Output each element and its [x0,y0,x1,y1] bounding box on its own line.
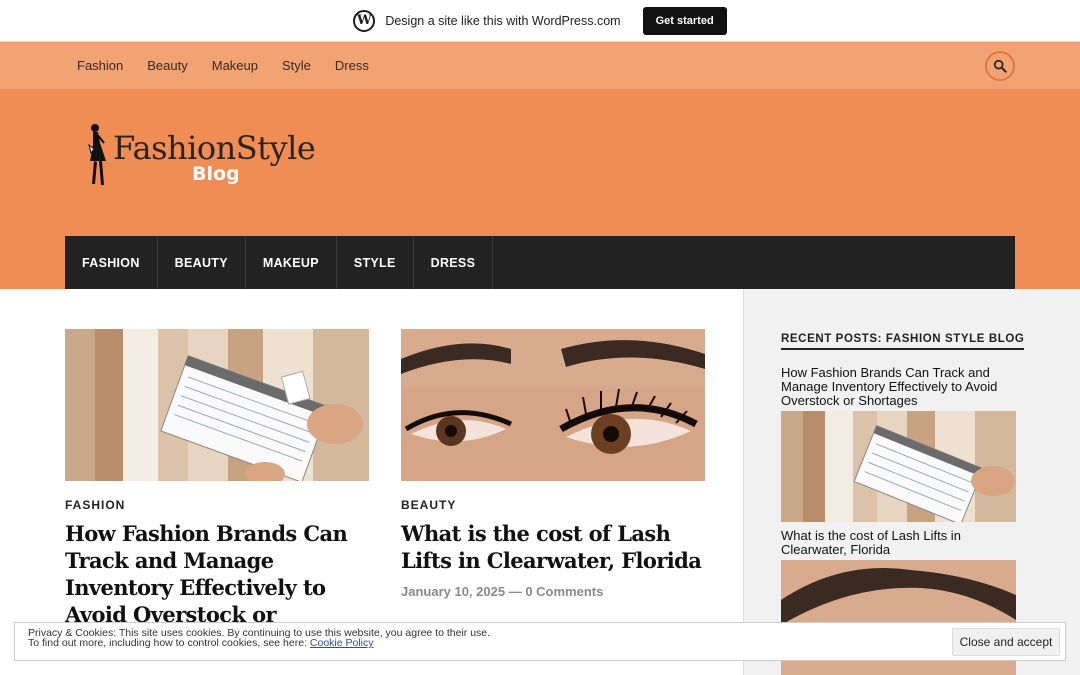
site-header: FashionStyle Blog FASHION BEAUTY MAKEUP … [0,89,1080,289]
get-started-button[interactable]: Get started [642,6,727,35]
main-content: FASHION How Fashion Brands Can Track and… [0,289,743,675]
meta-separator: — [508,584,522,599]
cookie-line-2: To find out more, including how to contr… [28,637,490,649]
site-logo[interactable]: FashionStyle Blog [82,121,332,191]
search-icon [993,59,1007,73]
main-navigation: FASHION BEAUTY MAKEUP STYLE DRESS [65,236,1015,289]
cookie-policy-link[interactable]: Cookie Policy [310,637,374,649]
search-button[interactable] [985,51,1015,81]
main-nav-dress[interactable]: DRESS [414,236,494,289]
wordpress-banner-text[interactable]: Design a site like this with WordPress.c… [385,14,620,28]
wordpress-logo-icon[interactable]: W [353,9,376,32]
post-date[interactable]: January 10, 2025 [401,584,505,599]
top-nav-fashion[interactable]: Fashion [77,58,123,73]
top-nav-makeup[interactable]: Makeup [212,58,258,73]
recent-post-thumbnail-inventory[interactable] [781,411,1016,522]
top-nav-beauty[interactable]: Beauty [147,58,187,73]
recent-post-link[interactable]: What is the cost of Lash Lifts in Clearw… [781,529,1016,557]
main-nav-makeup[interactable]: MAKEUP [246,236,337,289]
post-meta: January 10, 2025 — 0 Comments [401,584,705,599]
post-title[interactable]: What is the cost of Lash Lifts in Clearw… [401,520,705,574]
top-nav-dress[interactable]: Dress [335,58,369,73]
logo-brand-text: FashionStyle [113,129,316,167]
logo-sub-text: Blog [192,163,240,185]
post-category[interactable]: BEAUTY [401,498,705,512]
close-and-accept-button[interactable]: Close and accept [952,628,1060,656]
wordpress-banner: W Design a site like this with WordPress… [0,0,1080,42]
top-navigation: Fashion Beauty Makeup Style Dress [0,42,1080,89]
cookie-banner: Privacy & Cookies: This site uses cookie… [14,622,1066,661]
recent-posts-title: RECENT POSTS: FASHION STYLE BLOG [781,333,1025,350]
post-thumbnail-lash-lift[interactable] [401,329,705,481]
post-card: BEAUTY What is the cost of Lash Lifts in… [401,329,705,599]
main-nav-style[interactable]: STYLE [337,236,414,289]
top-nav-style[interactable]: Style [282,58,311,73]
recent-post-link[interactable]: How Fashion Brands Can Track and Manage … [781,366,1016,408]
sidebar: RECENT POSTS: FASHION STYLE BLOG How Fas… [743,289,1080,675]
cookie-text: Privacy & Cookies: This site uses cookie… [28,628,490,649]
post-thumbnail-inventory[interactable] [65,329,369,481]
main-nav-fashion[interactable]: FASHION [65,236,158,289]
main-nav-beauty[interactable]: BEAUTY [158,236,246,289]
post-comments-link[interactable]: 0 Comments [525,584,603,599]
fashion-silhouette-logo [88,124,106,185]
post-card: FASHION How Fashion Brands Can Track and… [65,329,369,655]
cookie-line-2-prefix: To find out more, including how to contr… [28,637,310,649]
post-category[interactable]: FASHION [65,498,369,512]
